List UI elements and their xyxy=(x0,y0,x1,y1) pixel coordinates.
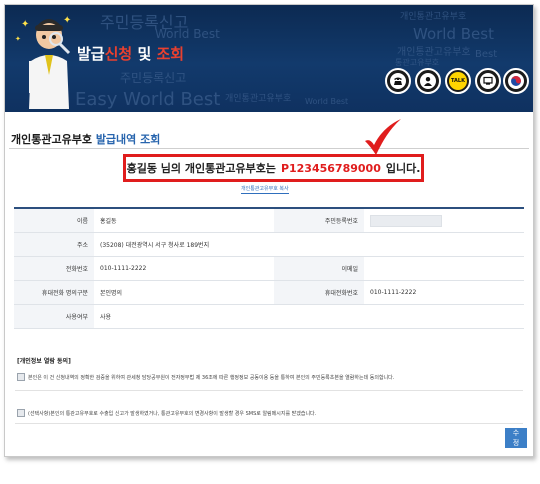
label-name: 이름 xyxy=(14,207,94,233)
telephone-icon[interactable] xyxy=(385,68,411,94)
banner-watermark: 통관고유부호 xyxy=(395,58,440,67)
edit-button[interactable]: 수정 xyxy=(505,428,527,448)
consent-checkbox-1[interactable] xyxy=(17,373,25,381)
consent-item-1: 본인은 이 건 신청내역의 정확한 검증을 위하여 관세청 담당공무원이 전자정… xyxy=(17,373,525,381)
value-mobile-owner-type: 본인명의 xyxy=(94,280,274,305)
banner-watermark: World Best xyxy=(155,27,220,41)
banner-watermark: 개인통관고유부호 xyxy=(397,47,471,58)
banner-watermark: 주민등록신고 xyxy=(120,71,187,85)
banner-watermark: Best xyxy=(475,49,498,60)
label-phone: 전화번호 xyxy=(14,256,94,281)
page-title-main: 개인통관고유부호 xyxy=(11,133,92,146)
value-mobile-number: 010-1111-2222 xyxy=(364,280,524,305)
table-row: 전화번호 010-1111-2222 이메일 xyxy=(14,256,524,281)
label-mobile-owner-type: 휴대전화 명의구분 xyxy=(14,280,94,305)
page-title-highlight: 발급내역 조회 xyxy=(95,133,161,146)
person-icon[interactable] xyxy=(415,68,441,94)
value-resident-number xyxy=(364,207,524,233)
label-usage-status: 사용여부 xyxy=(14,304,94,329)
banner-watermark: World Best xyxy=(305,97,349,106)
masked-resident-number xyxy=(370,214,442,227)
label-mobile-number: 휴대전화번호 xyxy=(274,280,364,305)
banner-title-part: 발급 xyxy=(77,45,105,63)
taegeuk-icon[interactable] xyxy=(503,68,529,94)
banner-watermark: Easy World Best xyxy=(75,89,221,110)
banner-watermark: World Best xyxy=(413,25,494,43)
talk-label: TALK xyxy=(449,72,467,90)
consent-text-2: (선택사항)본인의 통관고유부호로 수출입 신고가 발생하였거나, 통관고유부호… xyxy=(28,410,317,417)
banner-title-part: 조회 xyxy=(156,45,185,63)
window-frame: 주민등록신고 개인통관고유부호 World Best 개인통관고유부호 Worl… xyxy=(4,4,534,457)
consent-checkbox-2[interactable] xyxy=(17,409,25,417)
table-row: 사용여부 사용 xyxy=(14,304,524,329)
divider xyxy=(15,423,523,424)
label-email: 이메일 xyxy=(274,256,364,281)
label-address: 주소 xyxy=(14,232,94,257)
page-title: 개인통관고유부호 발급내역 조회 xyxy=(11,131,160,147)
officer-character-icon xyxy=(29,19,71,109)
info-table: 이름 홍길동 주민등록번호 주소 (35208) 대전광역시 서구 청사로 18… xyxy=(14,207,524,329)
heading-divider xyxy=(9,148,529,149)
consent-item-2: (선택사항)본인의 통관고유부호로 수출입 신고가 발생하였거나, 통관고유부호… xyxy=(17,409,525,417)
result-suffix: 입니다. xyxy=(385,162,421,175)
banner-title: 발급신청 및 조회 xyxy=(77,43,184,64)
table-row: 휴대전화 명의구분 본인명의 휴대전화번호 010-1111-2222 xyxy=(14,280,524,305)
check-mark-icon xyxy=(365,119,401,155)
consent-text-1: 본인은 이 건 신청내역의 정확한 검증을 위하여 관세청 담당공무원이 전자정… xyxy=(28,374,395,381)
banner-title-part: 신청 xyxy=(104,45,133,63)
table-row: 이름 홍길동 주민등록번호 xyxy=(14,207,524,233)
talk-icon[interactable]: TALK xyxy=(445,68,471,94)
result-prefix: 홍길동 님의 개인통관고유부호는 xyxy=(126,162,276,175)
label-resident-number: 주민등록번호 xyxy=(274,207,364,233)
copy-code-button[interactable]: 개인통관고유부호 복사 xyxy=(241,185,289,194)
value-phone: 010-1111-2222 xyxy=(94,256,274,281)
banner-watermark: 개인통관고유부호 xyxy=(400,12,467,22)
screen-icon[interactable] xyxy=(475,68,501,94)
customs-code: P123456789000 xyxy=(280,161,381,175)
sparkle-icon: ✦ xyxy=(15,35,21,43)
banner-title-part: 및 xyxy=(132,45,157,63)
header-banner: 주민등록신고 개인통관고유부호 World Best 개인통관고유부호 Worl… xyxy=(5,5,533,112)
divider xyxy=(15,390,523,391)
consent-title: [개인정보 열람 동의] xyxy=(17,358,71,365)
value-address: (35208) 대전광역시 서구 청사로 189번지 xyxy=(94,232,524,257)
banner-watermark: 개인통관고유부호 xyxy=(225,94,292,104)
table-row: 주소 (35208) 대전광역시 서구 청사로 189번지 xyxy=(14,232,524,257)
value-usage-status: 사용 xyxy=(94,304,524,329)
value-email xyxy=(364,256,524,281)
value-name: 홍길동 xyxy=(94,207,274,233)
